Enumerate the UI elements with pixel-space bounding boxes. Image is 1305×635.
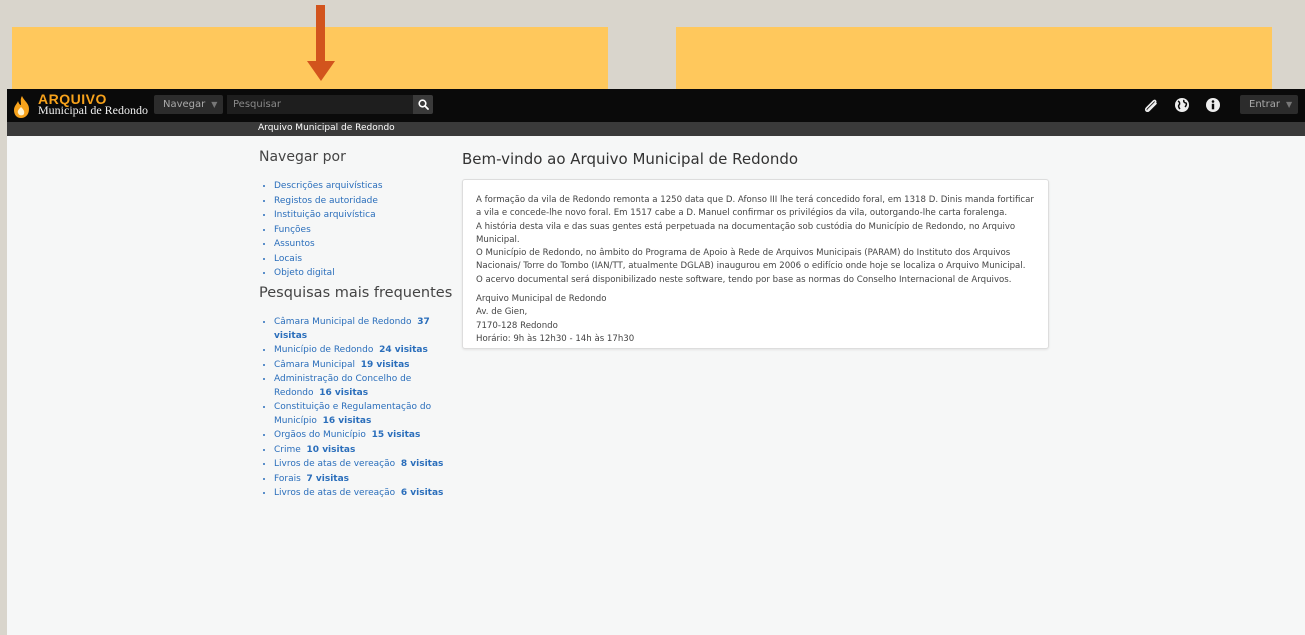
flame-logo-icon	[14, 96, 29, 118]
list-item[interactable]: Funções	[274, 223, 444, 238]
browse-link[interactable]: Assuntos	[274, 239, 315, 249]
globe-icon[interactable]	[1174, 97, 1190, 113]
list-item[interactable]: Constituição e Regulamentação do Municíp…	[274, 400, 444, 428]
list-item[interactable]: Orgãos do Município 15 visitas	[274, 428, 444, 443]
list-item[interactable]: Instituição arquivística	[274, 208, 444, 223]
list-item[interactable]: Crime 10 visitas	[274, 443, 444, 458]
intro-paragraph: O acervo documental será disponibilizado…	[476, 274, 1012, 285]
visit-count: 15 visitas	[371, 430, 421, 440]
visit-count: 19 visitas	[360, 359, 410, 370]
highlight-banner-right	[676, 27, 1272, 89]
breadcrumb[interactable]: Arquivo Municipal de Redondo	[258, 123, 395, 133]
info-icon[interactable]	[1205, 97, 1221, 113]
list-item[interactable]: Objeto digital	[274, 266, 444, 281]
popular-link[interactable]: Forais	[274, 474, 301, 484]
intro-paragraph: O Município de Redondo, no âmbito do Pro…	[476, 248, 1026, 272]
visit-count: 10 visitas	[306, 444, 356, 455]
list-item[interactable]: Câmara Municipal 19 visitas	[274, 358, 444, 373]
search-icon	[418, 99, 429, 110]
browse-by-title: Navegar por	[259, 149, 346, 165]
list-item[interactable]: Município de Redondo 24 visitas	[274, 343, 444, 358]
login-menu-label: Entrar	[1249, 99, 1280, 110]
list-item[interactable]: Administração do Concelho de Redondo 16 …	[274, 372, 444, 400]
welcome-panel: A formação da vila de Redondo remonta a …	[462, 179, 1049, 349]
page-title: Bem-vindo ao Arquivo Municipal de Redond…	[462, 150, 799, 168]
list-item[interactable]: Livros de atas de vereação 8 visitas	[274, 457, 444, 472]
breadcrumb-bar: Arquivo Municipal de Redondo	[7, 122, 1305, 136]
search-input[interactable]	[227, 95, 413, 114]
pointer-arrow-icon	[307, 5, 335, 81]
popular-link[interactable]: Livros de atas de vereação	[274, 488, 395, 498]
search-button[interactable]	[413, 95, 433, 114]
popular-link[interactable]: Câmara Municipal	[274, 360, 355, 370]
app-window: ARQUIVO Municipal de Redondo Navegar▼ E	[7, 89, 1305, 635]
list-item[interactable]: Livros de atas de vereação 6 visitas	[274, 486, 444, 501]
visit-count: 16 visitas	[319, 387, 369, 398]
intro-paragraph: A formação da vila de Redondo remonta a …	[476, 195, 1034, 219]
visit-count: 8 visitas	[400, 459, 444, 469]
address-line: 7170-128 Redondo	[476, 320, 558, 331]
opening-hours: Horário: 9h às 12h30 - 14h às 17h30	[476, 333, 635, 344]
list-item[interactable]: Registos de autoridade	[274, 194, 444, 209]
visit-count: 7 visitas	[306, 473, 350, 484]
login-menu-button[interactable]: Entrar ▼	[1240, 95, 1298, 114]
clipboard-icon[interactable]	[1143, 97, 1159, 113]
list-item[interactable]: Câmara Municipal de Redondo 37 visitas	[274, 315, 444, 343]
list-item[interactable]: Assuntos	[274, 237, 444, 252]
visit-count: 16 visitas	[322, 415, 372, 426]
chevron-down-icon: ▼	[1285, 100, 1293, 109]
popular-link[interactable]: Câmara Municipal de Redondo	[274, 317, 412, 327]
popular-link[interactable]: Município de Redondo	[274, 345, 373, 355]
address-block: Arquivo Municipal de Redondo Av. de Gien…	[476, 293, 1035, 346]
list-item[interactable]: Forais 7 visitas	[274, 472, 444, 487]
popular-link[interactable]: Livros de atas de vereação	[274, 459, 395, 469]
list-item[interactable]: Descrições arquivísticas	[274, 179, 444, 194]
browse-menu-label: Navegar	[163, 99, 206, 110]
popular-link[interactable]: Orgãos do Município	[274, 430, 366, 440]
browse-link[interactable]: Descrições arquivísticas	[274, 181, 383, 191]
browse-link[interactable]: Registos de autoridade	[274, 196, 378, 206]
popular-link[interactable]: Crime	[274, 445, 301, 455]
address-line: Arquivo Municipal de Redondo	[476, 294, 607, 305]
popular-searches-list: Câmara Municipal de Redondo 37 visitas M…	[259, 315, 444, 501]
browse-by-list: Descrições arquivísticas Registos de aut…	[259, 179, 444, 281]
visit-count: 24 visitas	[379, 345, 428, 355]
browse-link[interactable]: Funções	[274, 225, 311, 235]
browse-link[interactable]: Instituição arquivística	[274, 210, 376, 220]
chevron-down-icon: ▼	[211, 100, 218, 109]
top-navbar: ARQUIVO Municipal de Redondo Navegar▼ E	[7, 89, 1305, 122]
arrow-head	[307, 61, 335, 81]
logo-subtitle: Municipal de Redondo	[38, 103, 148, 117]
browse-menu-button[interactable]: Navegar ▼	[154, 95, 223, 114]
list-item[interactable]: Locais	[274, 252, 444, 267]
address-line: Av. de Gien,	[476, 307, 528, 318]
visit-count: 6 visitas	[400, 488, 444, 498]
browse-link[interactable]: Objeto digital	[274, 268, 335, 278]
browse-link[interactable]: Locais	[274, 254, 302, 264]
arrow-shaft	[316, 5, 325, 63]
popular-searches-title: Pesquisas mais frequentes	[259, 285, 453, 301]
intro-paragraph: A história desta vila e das suas gentes …	[476, 221, 1016, 245]
site-logo[interactable]: ARQUIVO Municipal de Redondo	[11, 91, 151, 119]
